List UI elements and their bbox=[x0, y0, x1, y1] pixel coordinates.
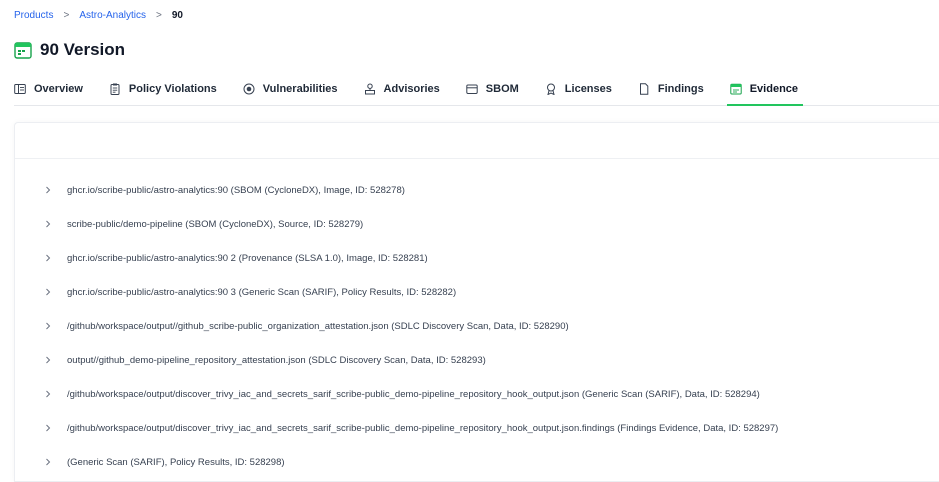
evidence-label: (Generic Scan (SARIF), Policy Results, I… bbox=[67, 456, 285, 468]
document-icon bbox=[638, 82, 650, 95]
tab-findings[interactable]: Findings bbox=[625, 78, 717, 105]
tab-licenses[interactable]: Licenses bbox=[532, 78, 625, 105]
tab-label: Findings bbox=[657, 82, 704, 95]
bug-icon bbox=[243, 83, 255, 95]
chevron-right-icon[interactable] bbox=[44, 186, 52, 194]
evidence-item[interactable]: /github/workspace/output/discover_trivy_… bbox=[15, 377, 939, 411]
chevron-right-icon[interactable] bbox=[44, 220, 52, 228]
panel-header bbox=[15, 123, 939, 159]
calendar-icon bbox=[14, 41, 32, 59]
evidence-label: ghcr.io/scribe-public/astro-analytics:90… bbox=[67, 252, 428, 264]
evidence-label: /github/workspace/output/discover_trivy_… bbox=[67, 388, 760, 400]
tab-overview[interactable]: Overview bbox=[14, 78, 96, 105]
tab-evidence[interactable]: Evidence bbox=[717, 78, 811, 106]
tab-sbom[interactable]: SBOM bbox=[453, 78, 532, 105]
page-header: 90 Version bbox=[14, 40, 125, 60]
breadcrumb-separator: > bbox=[63, 10, 70, 21]
evidence-label: ghcr.io/scribe-public/astro-analytics:90… bbox=[67, 286, 457, 298]
chevron-right-icon[interactable] bbox=[44, 458, 52, 466]
overview-icon bbox=[14, 83, 26, 95]
evidence-item[interactable]: ghcr.io/scribe-public/astro-analytics:90… bbox=[15, 173, 939, 207]
tab-vulnerabilities[interactable]: Vulnerabilities bbox=[230, 78, 351, 105]
evidence-item[interactable]: output//github_demo-pipeline_repository_… bbox=[15, 343, 939, 377]
evidence-item[interactable]: /github/workspace/output//github_scribe-… bbox=[15, 309, 939, 343]
tab-label: Licenses bbox=[564, 82, 612, 95]
tab-label: Vulnerabilities bbox=[262, 82, 338, 95]
evidence-list: ghcr.io/scribe-public/astro-analytics:90… bbox=[15, 159, 939, 479]
evidence-item[interactable]: (Generic Scan (SARIF), Policy Results, I… bbox=[15, 445, 939, 479]
tab-bar: Overview Policy Violations Vulnerabiliti… bbox=[14, 78, 939, 106]
tab-label: Evidence bbox=[749, 82, 799, 95]
evidence-item[interactable]: ghcr.io/scribe-public/astro-analytics:90… bbox=[15, 241, 939, 275]
box-icon bbox=[466, 83, 478, 95]
chevron-right-icon[interactable] bbox=[44, 254, 52, 262]
breadcrumb: Products > Astro-Analytics > 90 bbox=[14, 10, 183, 21]
evidence-item[interactable]: scribe-public/demo-pipeline (SBOM (Cyclo… bbox=[15, 207, 939, 241]
tab-label: Advisories bbox=[383, 82, 440, 95]
clipboard-icon bbox=[109, 83, 121, 95]
evidence-icon bbox=[730, 83, 742, 95]
breadcrumb-products[interactable]: Products bbox=[14, 10, 53, 21]
evidence-item[interactable]: ghcr.io/scribe-public/astro-analytics:90… bbox=[15, 275, 939, 309]
tab-policy-violations[interactable]: Policy Violations bbox=[96, 78, 230, 105]
breadcrumb-product[interactable]: Astro-Analytics bbox=[79, 10, 146, 21]
evidence-panel: ghcr.io/scribe-public/astro-analytics:90… bbox=[14, 122, 939, 482]
advisory-icon bbox=[364, 83, 376, 95]
evidence-label: /github/workspace/output//github_scribe-… bbox=[67, 320, 569, 332]
chevron-right-icon[interactable] bbox=[44, 390, 52, 398]
evidence-label: /github/workspace/output/discover_trivy_… bbox=[67, 422, 779, 434]
tab-label: SBOM bbox=[485, 82, 519, 95]
breadcrumb-separator: > bbox=[156, 10, 162, 21]
chevron-right-icon[interactable] bbox=[44, 322, 52, 330]
evidence-item[interactable]: /github/workspace/output/discover_trivy_… bbox=[15, 411, 939, 445]
chevron-right-icon[interactable] bbox=[44, 356, 52, 364]
license-icon bbox=[545, 83, 557, 95]
chevron-right-icon[interactable] bbox=[44, 424, 52, 432]
tab-advisories[interactable]: Advisories bbox=[351, 78, 453, 105]
chevron-right-icon[interactable] bbox=[44, 288, 52, 296]
evidence-label: ghcr.io/scribe-public/astro-analytics:90… bbox=[67, 184, 405, 196]
breadcrumb-version: 90 bbox=[171, 10, 183, 21]
evidence-label: output//github_demo-pipeline_repository_… bbox=[67, 354, 486, 366]
evidence-label: scribe-public/demo-pipeline (SBOM (Cyclo… bbox=[67, 218, 364, 230]
tab-label: Policy Violations bbox=[128, 82, 217, 95]
tab-label: Overview bbox=[34, 82, 83, 95]
page-title: 90 Version bbox=[40, 40, 126, 59]
